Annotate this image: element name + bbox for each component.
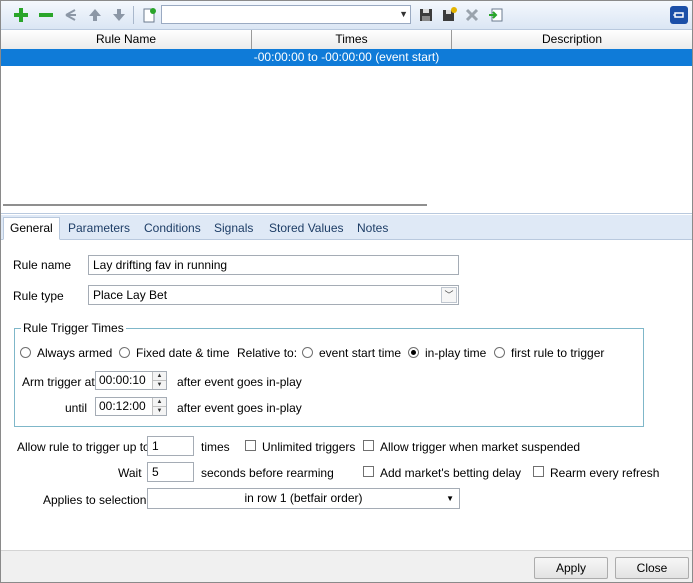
apply-button[interactable]: Apply bbox=[534, 557, 608, 579]
rule-type-value: Place Lay Bet bbox=[93, 288, 168, 302]
times-label: times bbox=[201, 440, 230, 454]
grid-header: Rule Name Times Description bbox=[1, 30, 692, 50]
after-inplay-label-2: after event goes in-play bbox=[177, 401, 302, 415]
rearm-refresh-label[interactable]: Rearm every refresh bbox=[550, 466, 659, 480]
chevron-down-icon[interactable]: ﹀ bbox=[441, 287, 457, 303]
rule-type-label: Rule type bbox=[13, 289, 64, 303]
relative-to-label: Relative to: bbox=[237, 346, 298, 360]
spin-up-icon[interactable]: ▲ bbox=[152, 372, 166, 381]
arm-trigger-label: Arm trigger at bbox=[22, 375, 95, 389]
new-document-icon[interactable] bbox=[139, 5, 159, 25]
column-header-rule-name[interactable]: Rule Name bbox=[1, 30, 252, 49]
arm-trigger-value: 00:00:10 bbox=[99, 373, 146, 387]
always-armed-label[interactable]: Always armed bbox=[37, 346, 112, 360]
chevron-down-icon[interactable]: ▼ bbox=[399, 9, 408, 19]
wait-label: Wait bbox=[118, 466, 142, 480]
tab-signals[interactable]: Signals bbox=[208, 218, 259, 239]
rearm-refresh-checkbox[interactable] bbox=[533, 466, 544, 477]
event-start-label[interactable]: event start time bbox=[319, 346, 401, 360]
event-start-radio[interactable] bbox=[302, 347, 313, 358]
unlimited-triggers-label[interactable]: Unlimited triggers bbox=[262, 440, 355, 454]
rule-editor-window: ▼ Rule Name Times Description -00:00:00 … bbox=[0, 0, 693, 583]
fixed-date-label[interactable]: Fixed date & time bbox=[136, 346, 229, 360]
wait-input[interactable]: 5 bbox=[147, 462, 194, 482]
applies-to-value: in row 1 (betfair order) bbox=[244, 491, 363, 505]
tab-stored-values[interactable]: Stored Values bbox=[263, 218, 350, 239]
horizontal-scrollbar[interactable] bbox=[3, 201, 683, 209]
delete-icon[interactable] bbox=[462, 5, 482, 25]
spin-down-icon[interactable]: ▼ bbox=[152, 381, 166, 389]
inplay-time-radio[interactable] bbox=[408, 347, 419, 358]
until-label: until bbox=[65, 401, 88, 415]
allow-suspended-checkbox[interactable] bbox=[363, 440, 374, 451]
tab-strip: General Parameters Conditions Signals St… bbox=[1, 215, 692, 240]
applies-to-select[interactable]: in row 1 (betfair order) ▼ bbox=[147, 488, 460, 509]
arm-trigger-stepper[interactable]: 00:00:10 ▲ ▼ bbox=[95, 371, 167, 390]
add-delay-checkbox[interactable] bbox=[363, 466, 374, 477]
unlimited-triggers-checkbox[interactable] bbox=[245, 440, 256, 451]
table-row[interactable]: -00:00:00 to -00:00:00 (event start) bbox=[1, 49, 692, 66]
fixed-date-radio[interactable] bbox=[119, 347, 130, 358]
rule-name-label: Rule name bbox=[13, 258, 72, 272]
remove-icon[interactable] bbox=[36, 5, 56, 25]
until-stepper[interactable]: 00:12:00 ▲ ▼ bbox=[95, 397, 167, 416]
rule-set-combo[interactable]: ▼ bbox=[161, 5, 411, 24]
move-down-icon[interactable] bbox=[109, 5, 129, 25]
spin-down-icon[interactable]: ▼ bbox=[152, 407, 166, 415]
add-delay-label[interactable]: Add market's betting delay bbox=[380, 466, 521, 480]
applies-to-label: Applies to selection bbox=[43, 493, 147, 507]
until-value: 00:12:00 bbox=[99, 399, 146, 413]
first-rule-radio[interactable] bbox=[494, 347, 505, 358]
save-as-icon[interactable] bbox=[439, 5, 459, 25]
chevron-down-icon[interactable]: ▼ bbox=[446, 489, 454, 508]
seconds-label: seconds before rearming bbox=[201, 466, 334, 480]
allow-suspended-label[interactable]: Allow trigger when market suspended bbox=[380, 440, 580, 454]
rule-trigger-times-title: Rule Trigger Times bbox=[21, 321, 126, 335]
trigger-count-input[interactable]: 1 bbox=[147, 436, 194, 456]
column-header-times[interactable]: Times bbox=[252, 30, 452, 49]
after-inplay-label-1: after event goes in-play bbox=[177, 375, 302, 389]
first-rule-label[interactable]: first rule to trigger bbox=[511, 346, 604, 360]
close-button[interactable]: Close bbox=[615, 557, 689, 579]
pin-icon[interactable] bbox=[670, 6, 688, 24]
save-icon[interactable] bbox=[416, 5, 436, 25]
allow-trigger-label: Allow rule to trigger up to bbox=[17, 440, 150, 454]
branch-icon[interactable] bbox=[61, 5, 81, 25]
row-description bbox=[452, 49, 692, 66]
tab-notes[interactable]: Notes bbox=[351, 218, 394, 239]
toolbar: ▼ bbox=[1, 1, 692, 30]
scrollbar-thumb[interactable] bbox=[3, 204, 427, 206]
import-icon[interactable] bbox=[486, 5, 506, 25]
tab-conditions[interactable]: Conditions bbox=[138, 218, 207, 239]
rule-name-input[interactable]: Lay drifting fav in running bbox=[88, 255, 459, 275]
inplay-time-label[interactable]: in-play time bbox=[425, 346, 486, 360]
rule-type-select[interactable]: Place Lay Bet ﹀ bbox=[88, 285, 459, 305]
tab-parameters[interactable]: Parameters bbox=[62, 218, 136, 239]
spin-up-icon[interactable]: ▲ bbox=[152, 398, 166, 407]
move-up-icon[interactable] bbox=[85, 5, 105, 25]
column-header-description[interactable]: Description bbox=[452, 30, 692, 49]
tab-general[interactable]: General bbox=[3, 217, 60, 240]
rules-grid: Rule Name Times Description -00:00:00 to… bbox=[1, 30, 692, 214]
add-icon[interactable] bbox=[11, 5, 31, 25]
always-armed-radio[interactable] bbox=[20, 347, 31, 358]
button-bar: Apply Close bbox=[1, 550, 692, 582]
